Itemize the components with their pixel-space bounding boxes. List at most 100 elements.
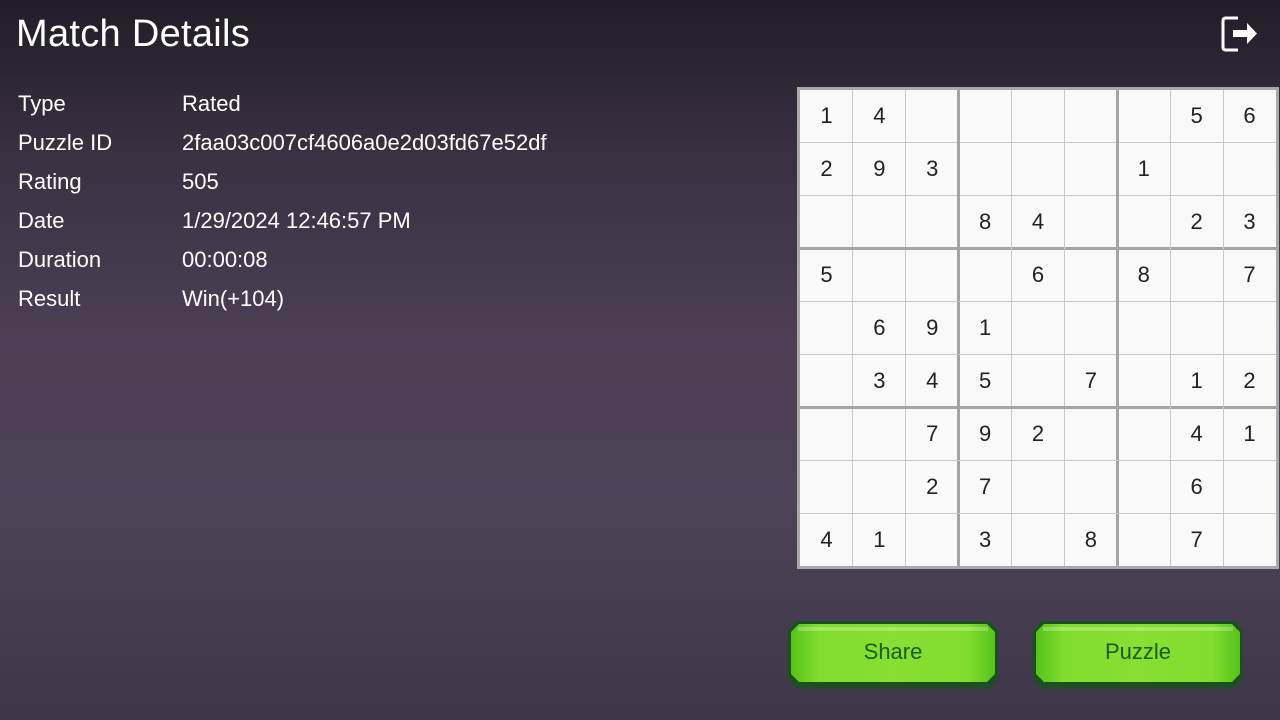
detail-value: 2faa03c007cf4606a0e2d03fd67e52df bbox=[182, 129, 547, 155]
sudoku-cell: 1 bbox=[1243, 420, 1256, 446]
sudoku-cell: 6 bbox=[1031, 262, 1045, 288]
detail-row-date: Date 1/29/2024 12:46:57 PM bbox=[18, 201, 547, 240]
detail-value: 1/29/2024 12:46:57 PM bbox=[182, 207, 411, 233]
detail-row-duration: Duration 00:00:08 bbox=[18, 240, 547, 279]
sudoku-cell: 2 bbox=[926, 473, 939, 499]
exit-icon bbox=[1221, 16, 1257, 52]
sudoku-cell bbox=[1064, 249, 1117, 302]
share-button-highlight bbox=[798, 627, 988, 631]
sudoku-cell: 7 bbox=[978, 473, 992, 499]
sudoku-cell: 2 bbox=[1243, 367, 1256, 393]
exit-button[interactable] bbox=[1216, 10, 1262, 56]
sudoku-cell bbox=[1064, 460, 1117, 513]
sudoku-cell bbox=[1064, 143, 1117, 196]
sudoku-cell bbox=[1170, 143, 1223, 196]
sudoku-cell: 2 bbox=[1031, 420, 1045, 446]
sudoku-cell bbox=[1117, 460, 1170, 513]
sudoku-cell: 4 bbox=[820, 526, 833, 552]
sudoku-cell bbox=[1012, 90, 1065, 143]
sudoku-cell bbox=[1223, 460, 1276, 513]
sudoku-cell bbox=[800, 407, 853, 460]
puzzle-button-label: Puzzle bbox=[1104, 639, 1172, 664]
sudoku-cell bbox=[853, 196, 906, 249]
sudoku-cell bbox=[1117, 407, 1170, 460]
sudoku-cell: 8 bbox=[1137, 262, 1150, 288]
sudoku-cell: 4 bbox=[1190, 420, 1203, 446]
sudoku-cell bbox=[1012, 460, 1065, 513]
sudoku-cell: 3 bbox=[1243, 209, 1256, 235]
detail-value: 505 bbox=[182, 168, 219, 194]
share-button-label: Share bbox=[863, 639, 923, 664]
sudoku-cell bbox=[1012, 354, 1065, 407]
sudoku-cell: 1 bbox=[978, 314, 992, 340]
sudoku-cell bbox=[1117, 354, 1170, 407]
sudoku-cell bbox=[853, 249, 906, 302]
sudoku-cell: 4 bbox=[926, 367, 939, 393]
detail-row-rating: Rating 505 bbox=[18, 162, 547, 201]
sudoku-cell: 9 bbox=[926, 314, 939, 340]
sudoku-cell bbox=[959, 143, 1012, 196]
sudoku-cell: 3 bbox=[873, 367, 886, 393]
sudoku-cell: 1 bbox=[1137, 156, 1150, 182]
sudoku-cell: 5 bbox=[978, 367, 992, 393]
sudoku-cell bbox=[1012, 513, 1065, 566]
sudoku-cell: 9 bbox=[978, 420, 992, 446]
sudoku-cell: 5 bbox=[820, 262, 833, 288]
sudoku-cell bbox=[853, 407, 906, 460]
detail-label: Type bbox=[18, 90, 66, 116]
detail-label: Puzzle ID bbox=[18, 129, 113, 155]
detail-label: Date bbox=[18, 207, 65, 233]
puzzle-button[interactable]: Puzzle bbox=[1033, 621, 1243, 689]
sudoku-cell bbox=[800, 354, 853, 407]
sudoku-cell bbox=[1117, 302, 1170, 355]
share-button[interactable]: Share bbox=[788, 621, 998, 689]
sudoku-cell bbox=[1064, 302, 1117, 355]
sudoku-cell: 2 bbox=[820, 156, 833, 182]
sudoku-cell: 3 bbox=[978, 526, 992, 552]
detail-row-result: Result Win(+104) bbox=[18, 279, 547, 318]
sudoku-cell: 6 bbox=[1243, 103, 1256, 129]
detail-row-type: Type Rated bbox=[18, 84, 547, 123]
page-title: Match Details bbox=[16, 13, 251, 55]
sudoku-cell bbox=[1223, 143, 1276, 196]
sudoku-cell bbox=[959, 90, 1012, 143]
puzzle-button-highlight bbox=[1043, 627, 1233, 631]
sudoku-cell: 6 bbox=[873, 314, 886, 340]
sudoku-cell: 7 bbox=[1243, 262, 1256, 288]
sudoku-cell bbox=[1064, 407, 1117, 460]
sudoku-cell: 2 bbox=[1190, 209, 1203, 235]
detail-label: Rating bbox=[18, 168, 82, 194]
sudoku-cell bbox=[1117, 90, 1170, 143]
sudoku-cell: 3 bbox=[926, 156, 939, 182]
sudoku-cell bbox=[800, 196, 853, 249]
sudoku-cell bbox=[906, 513, 959, 566]
sudoku-cell bbox=[1223, 302, 1276, 355]
sudoku-cell bbox=[800, 460, 853, 513]
match-details-list: Type Rated Puzzle ID 2faa03c007cf4606a0e… bbox=[18, 84, 547, 318]
sudoku-cell: 8 bbox=[1084, 526, 1097, 552]
sudoku-cell: 9 bbox=[873, 156, 886, 182]
sudoku-cell: 7 bbox=[926, 420, 939, 446]
sudoku-cell: 7 bbox=[1084, 367, 1097, 393]
detail-row-puzzle-id: Puzzle ID 2faa03c007cf4606a0e2d03fd67e52… bbox=[18, 123, 547, 162]
sudoku-cell bbox=[1064, 90, 1117, 143]
sudoku-cell: 5 bbox=[1190, 103, 1203, 129]
sudoku-cell bbox=[1117, 196, 1170, 249]
sudoku-cell bbox=[1170, 302, 1223, 355]
sudoku-cell: 7 bbox=[1190, 526, 1203, 552]
sudoku-cell bbox=[800, 302, 853, 355]
sudoku-cell: 1 bbox=[820, 103, 833, 129]
sudoku-cell bbox=[959, 249, 1012, 302]
detail-value: Rated bbox=[182, 90, 241, 116]
sudoku-cell: 6 bbox=[1190, 473, 1203, 499]
sudoku-cell bbox=[1117, 513, 1170, 566]
detail-label: Result bbox=[18, 285, 81, 311]
sudoku-cell bbox=[906, 196, 959, 249]
sudoku-board: 1 4 5 6 2 9 3 1 8 4 2 3 5 6 8 7 6 9 1 3 4 5 7 1 2 7 9 2 4 1 2 7 6 4 1 3 8 7 bbox=[797, 87, 1279, 569]
sudoku-cell bbox=[1223, 513, 1276, 566]
detail-value: Win(+104) bbox=[182, 285, 285, 311]
sudoku-cell bbox=[1012, 143, 1065, 196]
sudoku-cell bbox=[853, 460, 906, 513]
detail-value: 00:00:08 bbox=[182, 246, 268, 272]
sudoku-cell bbox=[1064, 196, 1117, 249]
